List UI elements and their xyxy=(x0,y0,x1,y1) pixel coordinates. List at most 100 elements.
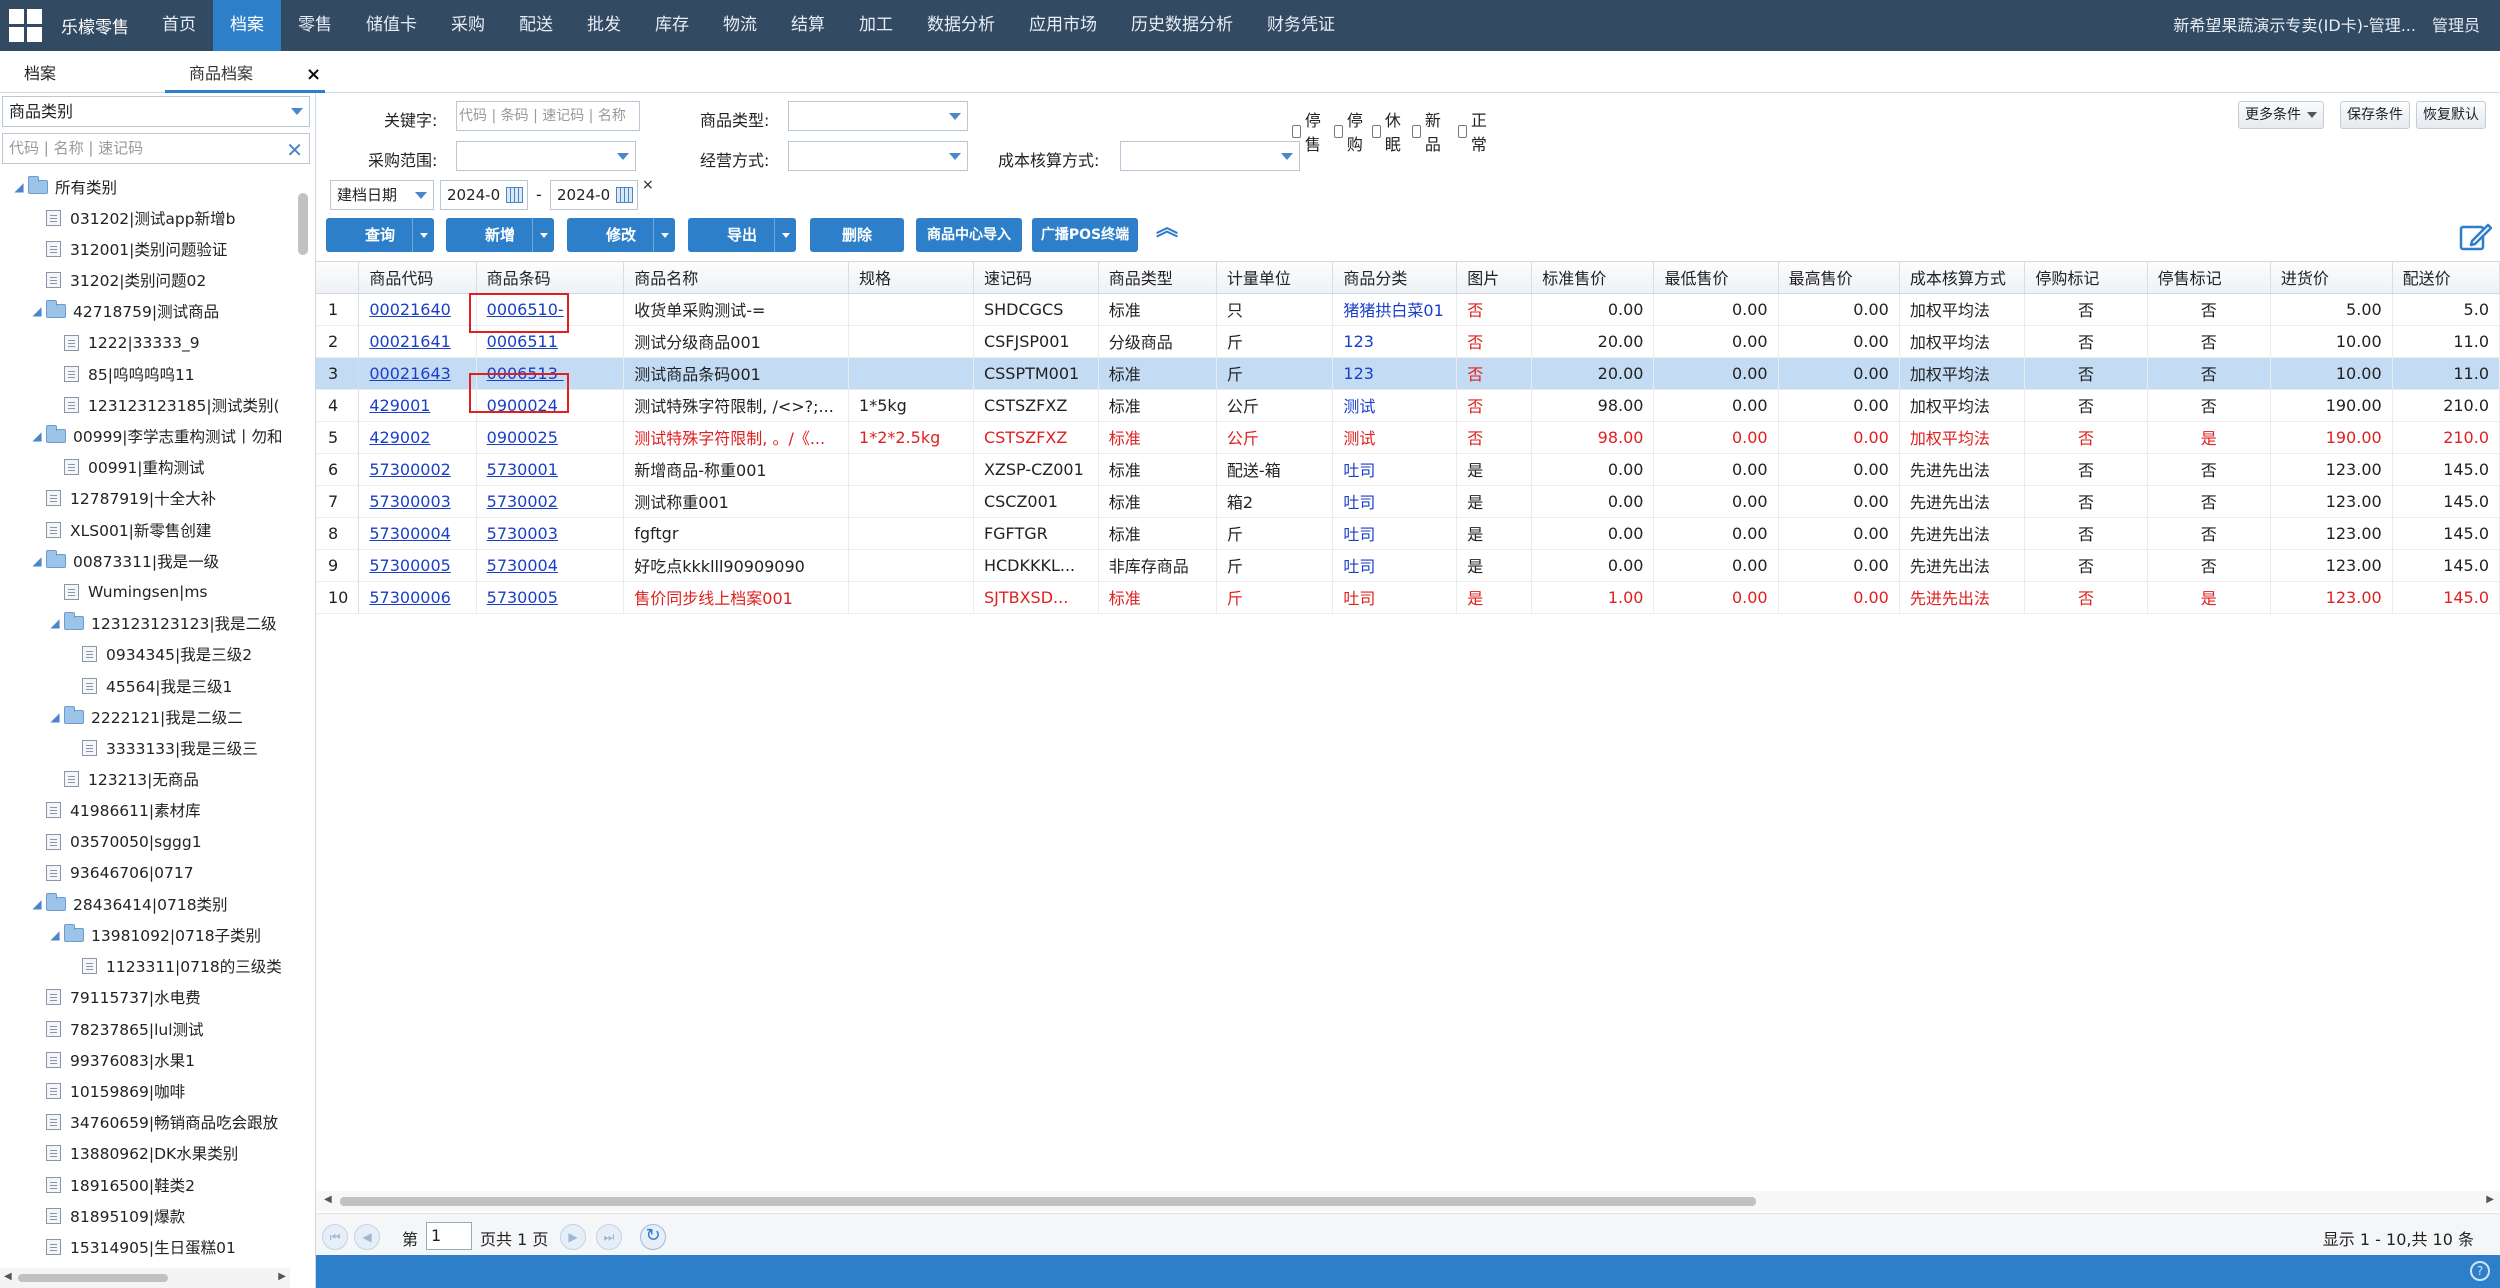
scroll-right-icon[interactable]: ▶ xyxy=(278,1271,286,1282)
column-header[interactable]: 商品类型 xyxy=(1098,262,1217,294)
export-dropdown-icon[interactable] xyxy=(774,218,796,252)
filter-checkbox[interactable]: 新品 xyxy=(1412,107,1445,155)
table-cell-code[interactable]: 57300006 xyxy=(358,581,477,614)
table-row[interactable]: 7 57300003 5730002 测试称重001 CSCZ001 标准 箱2 吐司是 0.0… xyxy=(316,485,2500,518)
app-grid-icon[interactable] xyxy=(0,0,51,51)
checkbox-box[interactable] xyxy=(1292,124,1301,138)
grid-horizontal-scrollbar[interactable]: ◀ ▶ xyxy=(316,1191,2500,1211)
filter-checkbox[interactable]: 正常 xyxy=(1458,107,1491,155)
tree-item[interactable]: XLS001|新零售创建 xyxy=(0,514,290,545)
column-header[interactable]: 配送价 xyxy=(2392,262,2500,294)
nav-item[interactable]: 物流 xyxy=(706,0,774,51)
nav-item[interactable]: 财务凭证 xyxy=(1250,0,1352,51)
expand-toggle-icon[interactable]: ◢ xyxy=(28,429,46,443)
table-row[interactable]: 9 57300005 5730004 好吃点kkklll90909090 HCDKKKL… xyxy=(316,549,2500,582)
query-button[interactable]: 查询 xyxy=(326,218,434,252)
nav-item[interactable]: 加工 xyxy=(842,0,910,51)
table-cell-barcode[interactable]: 0006513- xyxy=(476,357,625,390)
category-search-input[interactable]: 代码 | 名称 | 速记码 ✕ xyxy=(2,133,310,164)
more-conditions-button[interactable]: 更多条件 xyxy=(2238,101,2324,129)
tree-folder[interactable]: ◢ 2222121|我是二级二 xyxy=(0,701,290,732)
table-row[interactable]: 8 57300004 5730003 fgftgr FGFTGR 标准斤吐司是 0.00 0.… xyxy=(316,517,2500,550)
scrollbar-thumb[interactable] xyxy=(18,1274,168,1282)
tree-item[interactable]: 93646706|0717 xyxy=(0,857,290,888)
checkbox-box[interactable] xyxy=(1412,124,1421,138)
date-to-input[interactable]: 2024-0 xyxy=(550,180,638,210)
date-clear-icon[interactable]: × xyxy=(642,177,654,193)
product-type-select[interactable] xyxy=(788,101,968,131)
keyword-input[interactable]: 代码 | 条码 | 速记码 | 名称 xyxy=(456,101,640,131)
tree-item[interactable]: 99376083|水果1 xyxy=(0,1044,290,1075)
tree-item[interactable]: 78237865|lul测试 xyxy=(0,1013,290,1044)
tree-item[interactable]: 81895109|爆款 xyxy=(0,1200,290,1231)
table-cell-barcode[interactable]: 5730005 xyxy=(476,581,625,614)
help-icon[interactable]: ? xyxy=(2470,1261,2490,1281)
table-row[interactable]: 1 00021640 0006510- 收货单采购测试-= SHDCGCS 标准只猪猪拱白… xyxy=(316,293,2500,326)
table-cell-barcode[interactable]: 5730003 xyxy=(476,517,625,550)
save-conditions-button[interactable]: 保存条件 xyxy=(2340,101,2410,129)
add-button[interactable]: 新增 xyxy=(446,218,554,252)
nav-item[interactable]: 档案 xyxy=(213,0,281,51)
tree-item[interactable]: 12787919|十全大补 xyxy=(0,483,290,514)
nav-item[interactable]: 历史数据分析 xyxy=(1114,0,1250,51)
table-cell-code[interactable]: 00021640 xyxy=(358,293,477,326)
nav-item[interactable]: 结算 xyxy=(774,0,842,51)
checkbox-box[interactable] xyxy=(1458,124,1467,138)
close-icon[interactable]: × xyxy=(306,64,321,85)
query-dropdown-icon[interactable] xyxy=(412,218,434,252)
column-header[interactable]: 标准售价 xyxy=(1531,262,1655,294)
tree-item[interactable]: 41986611|素材库 xyxy=(0,795,290,826)
table-cell-code[interactable]: 429002 xyxy=(358,421,477,454)
scroll-right-icon[interactable]: ▶ xyxy=(2486,1194,2494,1205)
cost-method-select[interactable] xyxy=(1120,141,1300,171)
tree-folder[interactable]: ◢ 28436414|0718类别 xyxy=(0,888,290,919)
first-page-icon[interactable]: ⏮ xyxy=(322,1224,348,1250)
tree-folder[interactable]: ◢ 42718759|测试商品 xyxy=(0,296,290,327)
column-header[interactable] xyxy=(316,262,360,294)
tab-product-archive[interactable]: 商品档案 xyxy=(165,59,325,93)
column-header[interactable]: 进货价 xyxy=(2270,262,2393,294)
category-type-select[interactable]: 商品类别 xyxy=(2,96,310,127)
table-cell-barcode[interactable]: 5730001 xyxy=(476,453,625,486)
expand-toggle-icon[interactable]: ◢ xyxy=(10,180,28,194)
operate-mode-select[interactable] xyxy=(788,141,968,171)
tree-item[interactable]: Wumingsen|ms xyxy=(0,576,290,607)
tree-item[interactable]: 85|呜呜呜呜11 xyxy=(0,358,290,389)
table-cell-barcode[interactable]: 0006511 xyxy=(476,325,625,358)
product-center-import-button[interactable]: 商品中心导入 xyxy=(916,218,1022,252)
tree-item[interactable]: 031202|测试app新增b xyxy=(0,202,290,233)
scroll-left-icon[interactable]: ◀ xyxy=(4,1271,12,1282)
tree-item[interactable]: 18916500|鞋类2 xyxy=(0,1169,290,1200)
filter-checkbox[interactable]: 停购 xyxy=(1334,107,1367,155)
column-header[interactable]: 停购标记 xyxy=(2024,262,2148,294)
checkbox-box[interactable] xyxy=(1372,124,1381,138)
tab-archive[interactable]: 档案 xyxy=(0,59,80,93)
user-menu[interactable]: 管理员 xyxy=(2432,0,2480,51)
tree-item[interactable]: 15314905|生日蛋糕01 xyxy=(0,1231,290,1262)
table-cell-barcode[interactable]: 0900024 xyxy=(476,389,625,422)
expand-toggle-icon[interactable]: ◢ xyxy=(28,897,46,911)
sidebar-vertical-scrollbar[interactable] xyxy=(298,193,308,255)
table-cell-code[interactable]: 57300004 xyxy=(358,517,477,550)
prev-page-icon[interactable]: ◀ xyxy=(354,1224,380,1250)
column-header[interactable]: 停售标记 xyxy=(2147,262,2271,294)
table-row[interactable]: 6 57300002 5730001 新增商品-称重001 XZSP-CZ001 标准 配送… xyxy=(316,453,2500,486)
tree-item[interactable]: 79115737|水电费 xyxy=(0,982,290,1013)
tree-folder[interactable]: ◢ 00999|李学志重构测试丨勿和 xyxy=(0,421,290,452)
tree-folder[interactable]: ◢ 所有类别 xyxy=(0,171,290,202)
tree-item[interactable]: 13880962|DK水果类别 xyxy=(0,1138,290,1169)
column-header[interactable]: 最高售价 xyxy=(1778,262,1900,294)
broadcast-pos-button[interactable]: 广播POS终端 xyxy=(1032,218,1138,252)
tree-item[interactable]: 00991|重构测试 xyxy=(0,452,290,483)
column-header[interactable]: 商品分类 xyxy=(1332,262,1458,294)
tree-item[interactable]: 03570050|sggg1 xyxy=(0,826,290,857)
filter-checkbox[interactable]: 休眠 xyxy=(1372,107,1405,155)
table-cell-barcode[interactable]: 0900025 xyxy=(476,421,625,454)
nav-item[interactable]: 首页 xyxy=(145,0,213,51)
tree-item[interactable]: 34760659|畅销商品吃会跟放 xyxy=(0,1107,290,1138)
column-header[interactable]: 速记码 xyxy=(973,262,1099,294)
column-header[interactable]: 图片 xyxy=(1456,262,1533,294)
table-cell-code[interactable]: 57300005 xyxy=(358,549,477,582)
expand-toggle-icon[interactable]: ◢ xyxy=(46,928,64,942)
purchase-scope-select[interactable] xyxy=(456,141,636,171)
